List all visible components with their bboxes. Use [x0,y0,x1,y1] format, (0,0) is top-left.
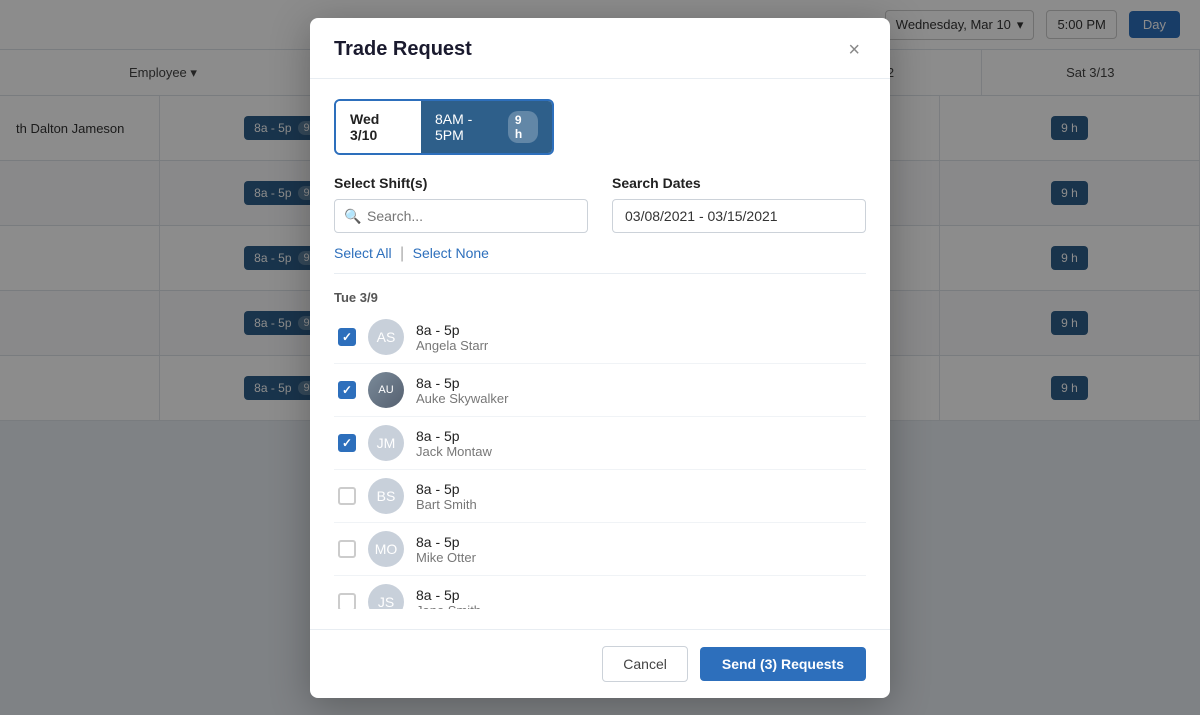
send-requests-button[interactable]: Send (3) Requests [700,647,866,681]
shift-person: Mike Otter [416,550,862,565]
avatar: BS [368,478,404,514]
filter-row: Select Shift(s) 🔍 Search Dates [334,175,866,233]
shift-time: 8a - 5p [416,322,862,338]
shift-time: 8a - 5p [416,534,862,550]
avatar: JM [368,425,404,461]
trade-request-modal: Trade Request × Wed 3/10 8AM - 5PM 9 h S… [310,18,890,698]
shift-person: Angela Starr [416,338,862,353]
modal-header: Trade Request × [310,18,890,79]
cancel-button[interactable]: Cancel [602,646,688,682]
avatar: JS [368,584,404,608]
date-range-input[interactable] [612,199,866,233]
avatar: MO [368,531,404,567]
shift-info: 8a - 5p Jack Montaw [416,428,862,459]
select-all-link[interactable]: Select All [334,245,392,261]
shift-info: 8a - 5p Angela Starr [416,322,862,353]
shift-info: 8a - 5p Bart Smith [416,481,862,512]
shift-hours-badge: 9 h [508,111,538,143]
selected-shift-card: Wed 3/10 8AM - 5PM 9 h [334,99,554,156]
search-input[interactable] [334,199,588,233]
shift-card-date: Wed 3/10 [336,99,421,155]
shift-time: 8a - 5p [416,481,862,497]
search-dates-col: Search Dates [612,175,866,233]
select-shifts-label: Select Shift(s) [334,175,588,191]
shift-checkbox-0[interactable] [338,328,356,346]
shift-checkbox-3[interactable] [338,487,356,505]
select-none-link[interactable]: Select None [413,245,489,261]
search-icon: 🔍 [344,208,361,225]
shift-checkbox-4[interactable] [338,540,356,558]
shift-person: Jack Montaw [416,444,862,459]
list-item: BS 8a - 5p Bart Smith [334,470,866,523]
shift-time: 8a - 5p [416,587,862,603]
list-item: JS 8a - 5p Jane Smith [334,576,866,608]
shift-list: Tue 3/9 AS 8a - 5p Angela Starr [334,273,866,608]
modal-body: Wed 3/10 8AM - 5PM 9 h Select Shift(s) 🔍… [310,79,890,629]
shift-checkbox-1[interactable] [338,381,356,399]
modal-title: Trade Request [334,38,472,61]
shift-checkbox-2[interactable] [338,434,356,452]
search-wrapper: 🔍 [334,199,588,233]
shift-person: Jane Smith [416,603,862,609]
modal-overlay: Trade Request × Wed 3/10 8AM - 5PM 9 h S… [0,0,1200,715]
modal-footer: Cancel Send (3) Requests [310,629,890,698]
shift-info: 8a - 5p Auke Skywalker [416,375,862,406]
shift-person: Bart Smith [416,497,862,512]
list-item: AS 8a - 5p Angela Starr [334,311,866,364]
shift-time: 8a - 5p [416,428,862,444]
avatar: AU [368,372,404,408]
select-all-row: Select All | Select None [334,245,866,263]
shift-time: 8a - 5p [416,375,862,391]
date-group-label: Tue 3/9 [334,282,866,311]
list-item: AU 8a - 5p Auke Skywalker [334,364,866,417]
shift-checkbox-5[interactable] [338,593,356,608]
shift-info: 8a - 5p Jane Smith [416,587,862,609]
avatar: AS [368,319,404,355]
list-item: JM 8a - 5p Jack Montaw [334,417,866,470]
shift-card-time: 8AM - 5PM 9 h [421,99,552,155]
list-item: MO 8a - 5p Mike Otter [334,523,866,576]
select-shifts-col: Select Shift(s) 🔍 [334,175,588,233]
shift-info: 8a - 5p Mike Otter [416,534,862,565]
search-dates-label: Search Dates [612,175,866,191]
select-divider: | [400,245,404,262]
shift-time-text: 8AM - 5PM [435,111,500,143]
shift-person: Auke Skywalker [416,391,862,406]
close-button[interactable]: × [842,38,866,62]
